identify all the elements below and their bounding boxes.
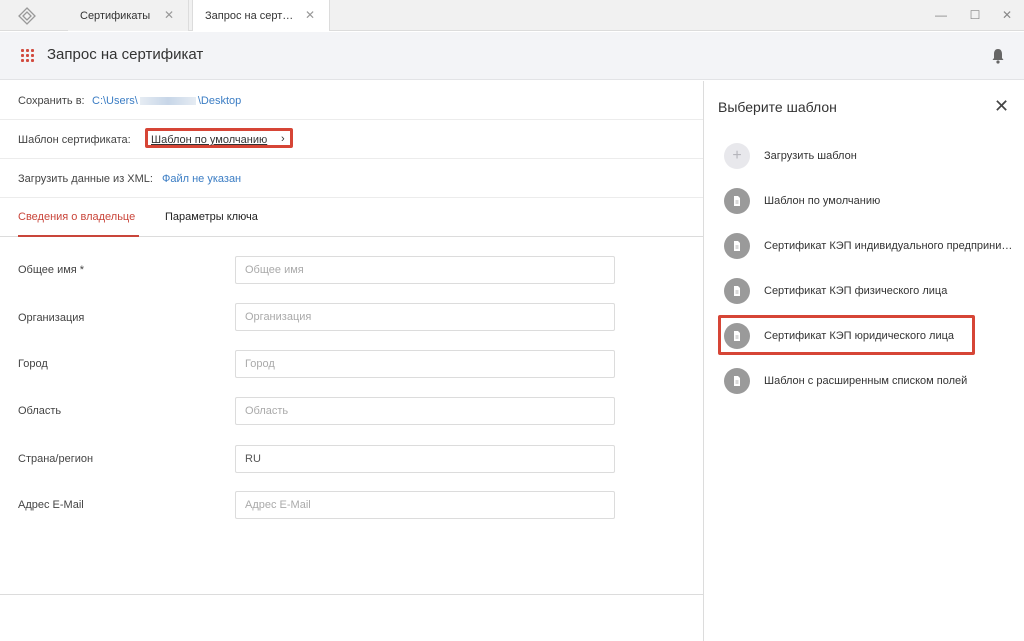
template-row: Шаблон сертификата: xyxy=(0,120,703,159)
page-header: Запрос на сертификат xyxy=(0,32,1024,80)
tab-certificates[interactable]: Сертификаты ✕ xyxy=(68,0,189,31)
region-label: Область xyxy=(18,405,62,417)
maximize-icon[interactable]: ☐ xyxy=(965,5,985,25)
tab-owner-info[interactable]: Сведения о владельце xyxy=(18,211,135,223)
save-location-link[interactable]: C:\Users\ \Desktop xyxy=(92,95,241,107)
window-close-icon[interactable]: ✕ xyxy=(997,5,1017,25)
tab-certificate-request[interactable]: Запрос на сертификат ✕ xyxy=(192,0,330,31)
close-icon[interactable]: ✕ xyxy=(164,8,174,22)
panel-title: Выберите шаблон xyxy=(718,99,837,115)
xml-label: Загрузить данные из XML: xyxy=(18,173,153,185)
organization-label: Организация xyxy=(18,312,85,324)
tab-label: Сертификаты xyxy=(80,9,151,22)
template-select-link[interactable]: Шаблон по умолчанию xyxy=(151,134,267,146)
bell-icon[interactable] xyxy=(991,48,1005,64)
template-item-label: Сертификат КЭП физического лица xyxy=(764,285,948,297)
document-icon xyxy=(724,278,750,304)
template-item-individual[interactable]: Сертификат КЭП физического лица xyxy=(718,273,1018,307)
city-input[interactable] xyxy=(235,350,615,378)
document-icon xyxy=(724,233,750,259)
template-item-label: Сертификат КЭП индивидуального предприни… xyxy=(764,240,1016,252)
title-bar: Сертификаты ✕ Запрос на сертификат ✕ — ☐… xyxy=(0,0,1024,31)
country-label: Страна/регион xyxy=(18,453,94,465)
template-item-label: Сертификат КЭП юридического лица xyxy=(764,330,955,342)
template-item-extended[interactable]: Шаблон с расширенным списком полей xyxy=(718,363,1018,397)
request-form: Сохранить в: C:\Users\ \Desktop Шаблон се… xyxy=(0,81,703,641)
save-path-suffix: \Desktop xyxy=(197,95,242,107)
redacted-username xyxy=(139,97,196,106)
country-input[interactable] xyxy=(235,445,615,473)
tab-label: Запрос на сертификат xyxy=(205,9,299,22)
template-item-default[interactable]: Шаблон по умолчанию xyxy=(718,183,1018,217)
close-icon[interactable]: ✕ xyxy=(994,97,1009,115)
template-item-label: Шаблон с расширенным списком полей xyxy=(764,375,968,387)
template-panel: Выберите шаблон ✕ + Загрузить шаблон Шаб… xyxy=(703,81,1024,641)
document-icon xyxy=(724,323,750,349)
save-location-label: Сохранить в: xyxy=(18,95,85,107)
xml-row: Загрузить данные из XML: Файл не указан xyxy=(0,159,703,198)
email-label: Адрес E-Mail xyxy=(18,499,84,511)
common-name-input[interactable] xyxy=(235,256,615,284)
template-item-legal-entity[interactable]: Сертификат КЭП юридического лица xyxy=(718,318,1018,352)
save-location-row: Сохранить в: C:\Users\ \Desktop xyxy=(0,81,703,120)
plus-icon: + xyxy=(724,143,750,169)
document-icon xyxy=(724,188,750,214)
form-tabs: Сведения о владельце Параметры ключа xyxy=(0,198,703,237)
minimize-icon[interactable]: — xyxy=(931,5,951,25)
template-item-label: Загрузить шаблон xyxy=(764,150,857,162)
region-input[interactable] xyxy=(235,397,615,425)
chevron-right-icon[interactable]: › xyxy=(281,133,285,145)
divider xyxy=(0,594,703,595)
close-icon[interactable]: ✕ xyxy=(305,8,315,22)
organization-input[interactable] xyxy=(235,303,615,331)
template-label: Шаблон сертификата: xyxy=(18,134,131,146)
apps-menu-icon[interactable] xyxy=(21,49,34,62)
save-path-prefix: C:\Users\ xyxy=(92,95,138,107)
tab-key-params[interactable]: Параметры ключа xyxy=(165,211,258,223)
common-name-label: Общее имя * xyxy=(18,264,85,276)
app-logo-icon xyxy=(18,7,36,25)
document-icon xyxy=(724,368,750,394)
city-label: Город xyxy=(18,358,48,370)
email-input[interactable] xyxy=(235,491,615,519)
template-item-ip[interactable]: Сертификат КЭП индивидуального предприни… xyxy=(718,228,1018,262)
template-item-upload[interactable]: + Загрузить шаблон xyxy=(718,138,1018,172)
active-tab-indicator xyxy=(18,235,139,237)
xml-file-link[interactable]: Файл не указан xyxy=(162,173,241,185)
page-title: Запрос на сертификат xyxy=(47,46,204,63)
template-item-label: Шаблон по умолчанию xyxy=(764,195,881,207)
